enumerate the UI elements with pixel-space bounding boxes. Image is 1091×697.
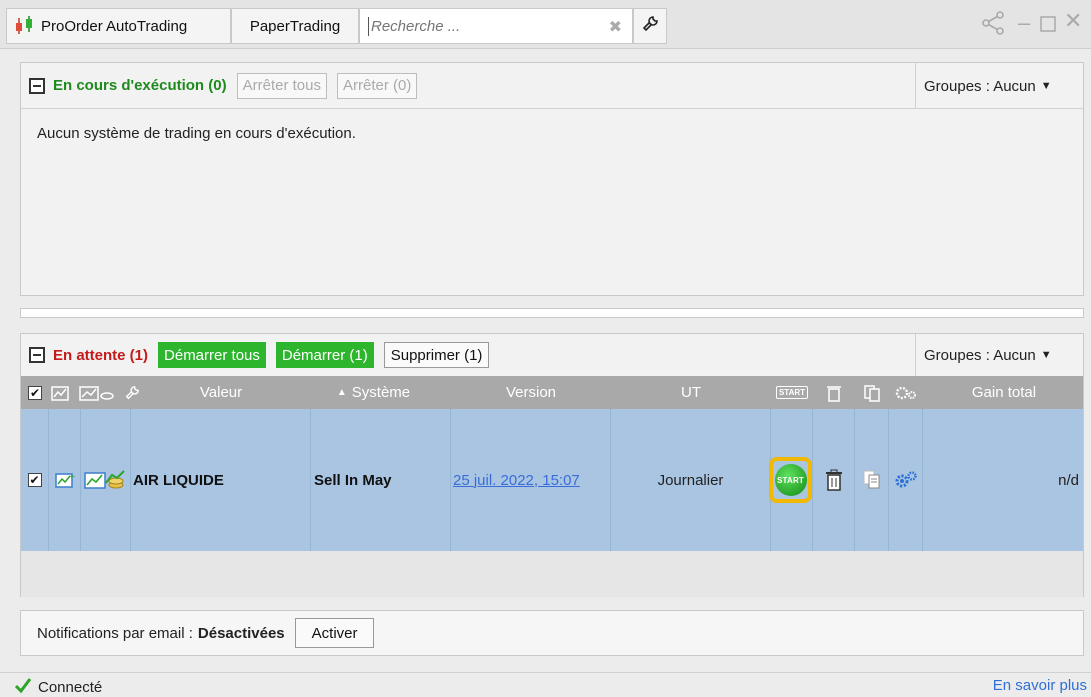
check-icon	[14, 677, 32, 697]
close-icon[interactable]: ✕	[1064, 8, 1082, 34]
running-header: En cours d'exécution (0) Arrêter tous Ar…	[21, 63, 1083, 109]
collapse-toggle[interactable]	[29, 77, 45, 94]
cell-ut: Journalier	[611, 409, 771, 551]
chart-coins-icon	[77, 376, 121, 409]
trash-icon	[813, 376, 855, 409]
empty-row-area	[21, 551, 1083, 597]
activate-button[interactable]: Activer	[294, 618, 375, 648]
table-row[interactable]: ✔ + AIR LIQUIDE Sell In May 25 juil. 202…	[21, 409, 1083, 551]
collapse-toggle[interactable]	[29, 347, 45, 363]
empty-message: Aucun système de trading en cours d'exéc…	[37, 125, 356, 142]
candlestick-icon	[13, 15, 35, 37]
start-button-highlight[interactable]: START	[769, 457, 812, 503]
version-link[interactable]: 25 juil. 2022, 15:07	[453, 472, 580, 489]
running-systems-panel: En cours d'exécution (0) Arrêter tous Ar…	[20, 62, 1084, 296]
backtest-icon[interactable]	[81, 409, 131, 551]
start-column-badge: START	[771, 376, 813, 409]
trash-icon[interactable]	[813, 409, 855, 551]
tab-label: ProOrder AutoTrading	[41, 17, 188, 35]
row-checkbox[interactable]: ✔	[21, 409, 49, 551]
add-to-chart-icon[interactable]: +	[49, 409, 81, 551]
cell-start: START	[769, 409, 813, 551]
notifications-label: Notifications par email :	[37, 624, 193, 642]
gears-icon	[889, 376, 923, 409]
wrench-icon	[121, 376, 143, 409]
stop-all-button[interactable]: Arrêter tous	[236, 72, 327, 99]
tab-proorder-autotrading[interactable]: ProOrder AutoTrading	[6, 8, 231, 44]
column-label: Système	[351, 384, 411, 401]
chart-add-icon	[49, 376, 73, 409]
groups-label: Groupes : Aucun	[924, 77, 1036, 95]
share-icon[interactable]	[980, 10, 1006, 42]
column-systeme[interactable]: ▲ Système	[296, 376, 451, 409]
groups-select[interactable]: Groupes : Aucun ▼	[915, 334, 1083, 376]
search-input[interactable]	[368, 16, 598, 36]
minimize-icon[interactable]: –	[1018, 10, 1030, 36]
maximize-icon[interactable]	[1040, 12, 1056, 38]
duplicate-icon	[855, 376, 889, 409]
checkbox-checked-icon: ✔	[27, 473, 42, 487]
search-box: ✖	[359, 8, 633, 44]
select-all-checkbox[interactable]: ✔	[25, 376, 45, 409]
tab-label: PaperTrading	[249, 17, 341, 35]
column-version[interactable]: Version	[451, 376, 611, 409]
connection-label: Connecté	[38, 678, 103, 696]
cell-gain-total: n/d	[1058, 471, 1079, 489]
tab-papertrading[interactable]: PaperTrading	[231, 8, 359, 44]
running-title: En cours d'exécution (0)	[53, 77, 227, 94]
table-header: ✔ Valeur ▲ Système Version UT START Gain…	[21, 376, 1083, 409]
notifications-status: Désactivées	[197, 624, 285, 642]
start-all-button[interactable]: Démarrer tous	[158, 342, 266, 368]
pending-header: En attente (1) Démarrer tous Démarrer (1…	[21, 334, 1083, 376]
pending-title: En attente (1)	[53, 346, 149, 364]
column-ut[interactable]: UT	[611, 376, 771, 409]
chevron-down-icon: ▼	[1040, 80, 1052, 92]
title-bar: ProOrder AutoTrading PaperTrading ✖ – ✕	[0, 0, 1091, 49]
column-valeur[interactable]: Valeur	[146, 376, 296, 409]
stop-button[interactable]: Arrêter (0)	[336, 72, 418, 99]
cell-version: 25 juil. 2022, 15:07	[451, 409, 611, 551]
clear-search-icon[interactable]: ✖	[609, 17, 622, 37]
start-icon: START	[774, 464, 807, 496]
wrench-icon	[641, 15, 659, 37]
panel-splitter[interactable]	[20, 308, 1084, 318]
groups-select[interactable]: Groupes : Aucun ▼	[915, 63, 1083, 109]
sort-asc-icon: ▲	[336, 387, 347, 398]
settings-button[interactable]	[633, 8, 667, 44]
gears-icon[interactable]	[889, 409, 923, 551]
chevron-down-icon: ▼	[1040, 349, 1052, 361]
cell-systeme: Sell In May	[311, 409, 451, 551]
groups-label: Groupes : Aucun	[924, 346, 1036, 364]
checkbox-checked-icon: ✔	[28, 385, 42, 400]
svg-text:+: +	[68, 472, 75, 482]
pending-systems-panel: En attente (1) Démarrer tous Démarrer (1…	[20, 333, 1084, 597]
status-bar: Connecté En savoir plus	[0, 672, 1091, 696]
duplicate-icon[interactable]	[855, 409, 889, 551]
connection-status: Connecté	[14, 677, 102, 697]
cell-valeur: AIR LIQUIDE	[131, 409, 311, 551]
column-gain-total[interactable]: Gain total	[923, 376, 1085, 409]
start-badge: START	[775, 386, 809, 399]
start-button[interactable]: Démarrer (1)	[275, 342, 374, 368]
notifications-panel: Notifications par email : Désactivées Ac…	[20, 610, 1084, 656]
learn-more-link[interactable]: En savoir plus	[993, 677, 1087, 694]
delete-button[interactable]: Supprimer (1)	[383, 342, 490, 368]
